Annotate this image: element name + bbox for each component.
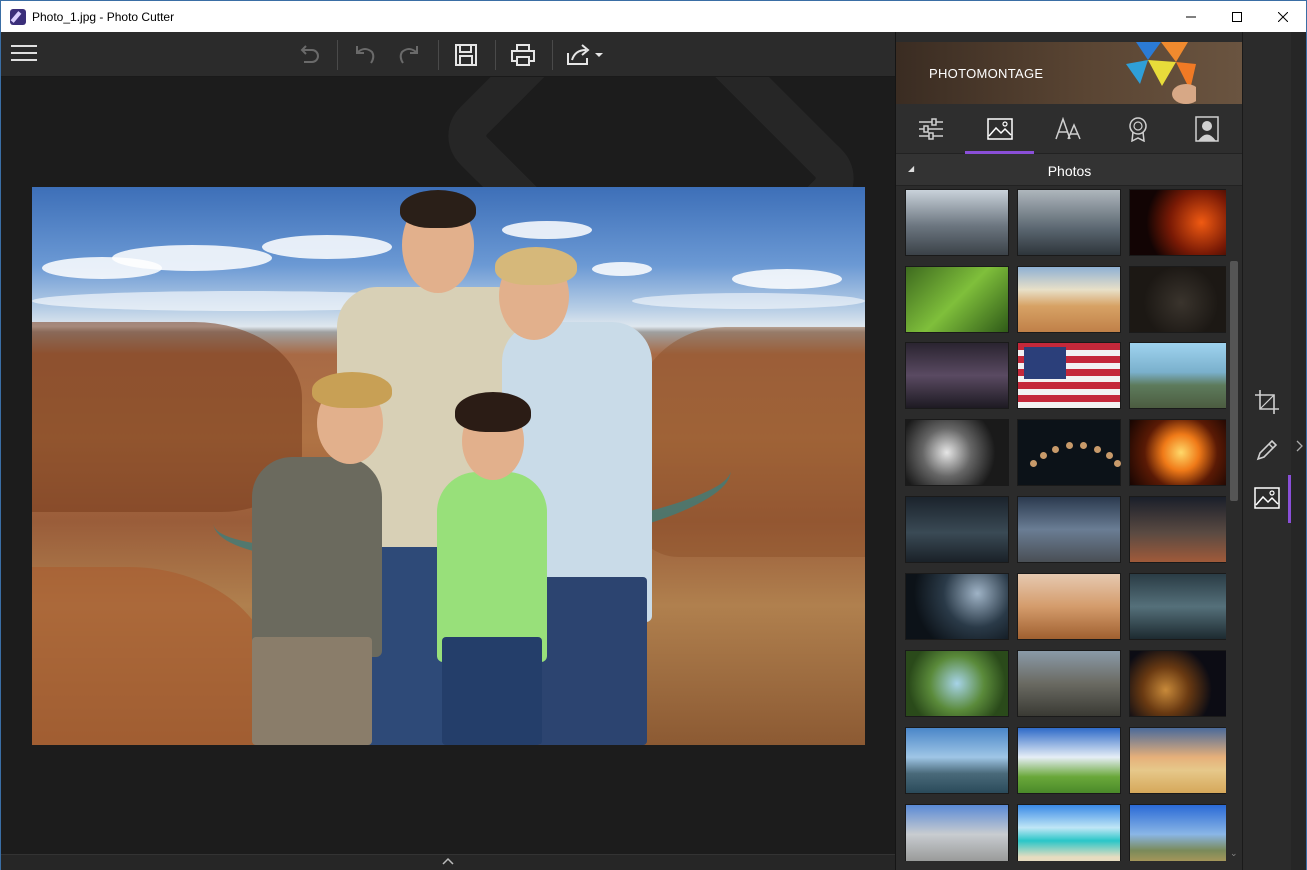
maximize-button[interactable] <box>1214 1 1260 32</box>
thumbnail-lightning-storm[interactable] <box>905 342 1009 409</box>
thumbnail-brooklyn-bridge[interactable] <box>905 727 1009 794</box>
thumbnail-planet-landscape[interactable] <box>1017 496 1121 563</box>
canvas-area[interactable] <box>1 77 895 854</box>
thumbnail-roaring-lion[interactable] <box>1129 650 1226 717</box>
adjustments-icon <box>918 118 943 140</box>
thumbnail-eiffel-tower[interactable] <box>1017 727 1121 794</box>
thumbnail-burning-guitar[interactable] <box>1129 189 1226 256</box>
close-icon <box>1278 11 1288 22</box>
thumbnail-gorilla-cave[interactable] <box>1129 266 1226 333</box>
undo-all-icon <box>300 45 319 63</box>
thumbnail-desert-dunes[interactable] <box>1017 266 1121 333</box>
chevron-up-icon[interactable] <box>442 857 454 865</box>
family-group <box>237 187 667 745</box>
crop-icon <box>1255 390 1279 414</box>
undo-icon <box>356 46 375 64</box>
bottom-drawer-bar[interactable] <box>1 854 895 870</box>
thumbnail-sunken-plane[interactable] <box>1129 573 1226 640</box>
thumbnail-dark-forest[interactable] <box>905 573 1009 640</box>
badge-icon <box>1128 117 1147 142</box>
right-panel: PHOTOMONTAGE ◢ Photos ⌄ <box>895 32 1243 870</box>
tab-portraits[interactable] <box>1172 104 1241 154</box>
minimize-button[interactable] <box>1168 1 1214 32</box>
moon-phase-dot <box>1052 446 1059 453</box>
banner-title: PHOTOMONTAGE <box>929 66 1044 81</box>
app-logo-icon <box>10 8 26 25</box>
main-toolbar <box>1 32 895 77</box>
title-bar: Photo_1.jpg - Photo Cutter <box>1 1 1306 32</box>
undo-all-button[interactable] <box>293 40 325 70</box>
thumbnail-hollywood-sign[interactable] <box>1129 342 1226 409</box>
rail-active-indicator <box>1288 475 1291 523</box>
thumbnail-american-flag[interactable] <box>1017 342 1121 409</box>
portrait-icon <box>1194 116 1219 142</box>
share-button[interactable] <box>564 40 606 70</box>
edited-photo[interactable] <box>32 187 865 745</box>
moon-phase-dot <box>1094 446 1101 453</box>
thumbnail-pyramids[interactable] <box>1129 727 1226 794</box>
crop-button[interactable] <box>1251 386 1283 418</box>
moon-phase-dot <box>1080 442 1087 449</box>
window-title: Photo_1.jpg - Photo Cutter <box>32 9 175 24</box>
photos-grid <box>904 189 1226 861</box>
backgrounds-icon <box>986 118 1013 140</box>
photomontage-banner[interactable]: PHOTOMONTAGE <box>896 42 1243 104</box>
text-icon <box>1054 117 1081 140</box>
background-button[interactable] <box>1251 482 1283 514</box>
thumbnail-elephant-savanna[interactable] <box>1017 573 1121 640</box>
tab-backgrounds[interactable] <box>965 104 1034 154</box>
redo-button[interactable] <box>393 40 425 70</box>
moon-phase-dot <box>1106 452 1113 459</box>
moon-phase-dot <box>1030 460 1037 467</box>
scrollbar-thumb[interactable] <box>1230 261 1238 501</box>
save-button[interactable] <box>450 40 482 70</box>
thumbnail-mount-rushmore[interactable] <box>905 804 1009 861</box>
thumbnail-space-bridge[interactable] <box>1129 496 1226 563</box>
background-icon <box>1254 487 1280 509</box>
thumbnail-eagle-bw[interactable] <box>905 419 1009 486</box>
undo-button[interactable] <box>349 40 381 70</box>
tab-text[interactable] <box>1034 104 1103 154</box>
menu-icon[interactable] <box>11 45 37 63</box>
thumbnail-tropical-beach[interactable] <box>1017 804 1121 861</box>
share-icon <box>567 44 603 65</box>
thumbnail-misty-castle[interactable] <box>905 189 1009 256</box>
thumbnail-mountain-valley[interactable] <box>1129 804 1226 861</box>
scroll-down-icon[interactable]: ⌄ <box>1230 848 1238 859</box>
moon-phase-dot <box>1114 460 1121 467</box>
pencil-button[interactable] <box>1251 434 1283 466</box>
tab-adjustments[interactable] <box>896 104 965 154</box>
moon-phase-dot <box>1066 442 1073 449</box>
minimize-icon <box>1186 16 1196 17</box>
panel-tabs <box>896 104 1243 154</box>
photos-scrollbar[interactable]: ⌄ <box>1227 187 1241 859</box>
tangram-logo-icon <box>1126 42 1196 104</box>
thumbnail-lunar-phases[interactable] <box>1017 419 1121 486</box>
side-rail <box>1242 32 1306 870</box>
chevron-right-icon[interactable] <box>1295 440 1303 452</box>
thumbnail-stormy-shore[interactable] <box>1017 189 1121 256</box>
print-button[interactable] <box>507 40 539 70</box>
close-button[interactable] <box>1260 1 1306 32</box>
tab-badges[interactable] <box>1103 104 1172 154</box>
window-controls <box>1168 1 1306 32</box>
print-icon <box>511 44 535 66</box>
redo-icon <box>399 46 418 64</box>
moon-phase-dot <box>1040 452 1047 459</box>
save-icon <box>455 44 477 66</box>
thumbnail-fire-explosion[interactable] <box>1129 419 1226 486</box>
pencil-icon <box>1256 439 1278 461</box>
thumbnail-pterodactyl-flight[interactable] <box>905 650 1009 717</box>
section-title: Photos <box>1047 163 1092 179</box>
photos-section-header[interactable]: ◢ Photos <box>896 154 1243 186</box>
thumbnail-green-moss[interactable] <box>905 266 1009 333</box>
thumbnail-polar-bear-rocks[interactable] <box>1017 650 1121 717</box>
app-window: Photo_1.jpg - Photo Cutter PHOTOMONTAGE … <box>0 0 1307 870</box>
maximize-icon <box>1232 11 1242 22</box>
thumbnail-moonlit-ocean[interactable] <box>905 496 1009 563</box>
